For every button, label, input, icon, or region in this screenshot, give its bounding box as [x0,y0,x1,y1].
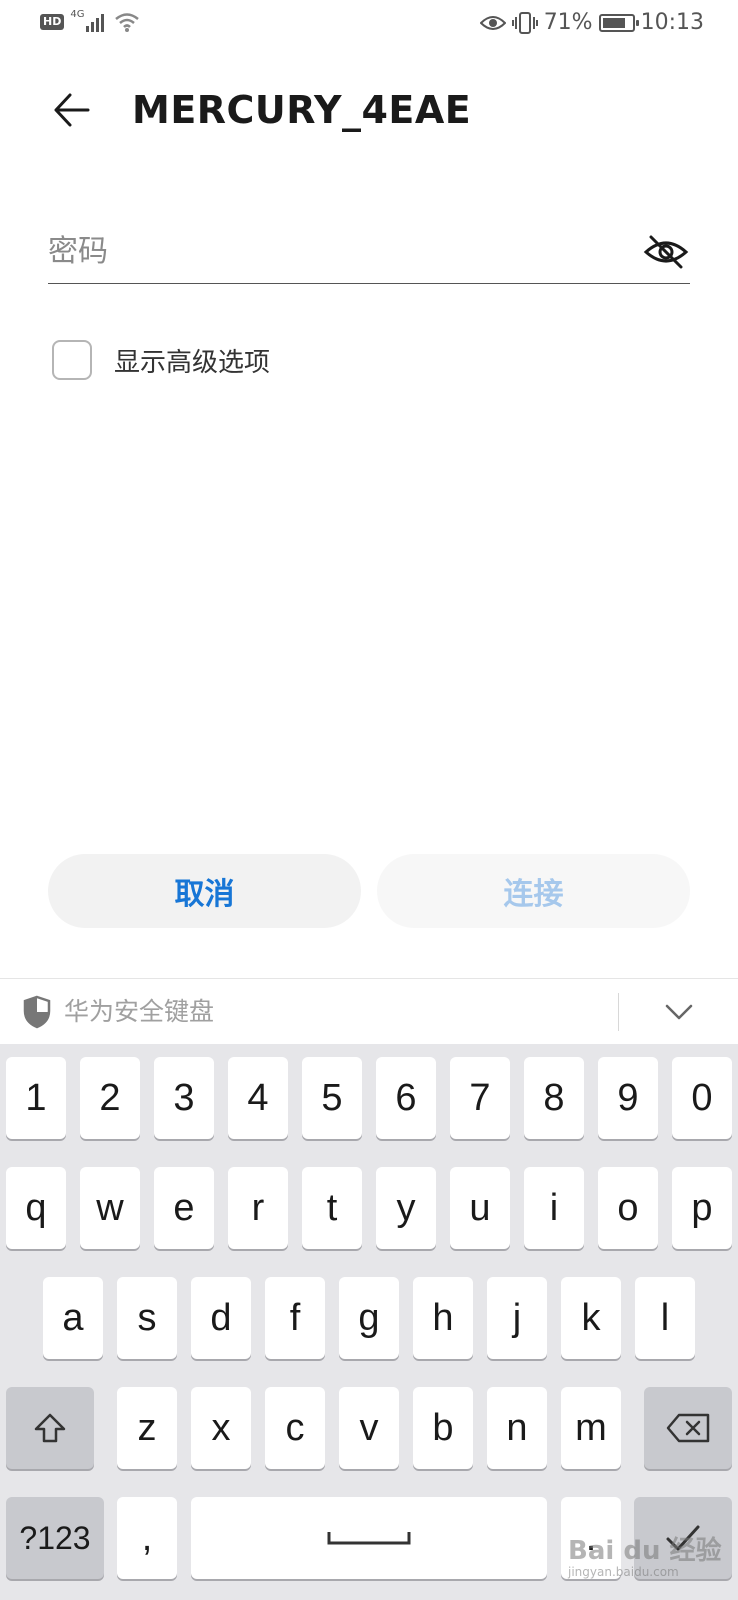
key-g[interactable]: g [339,1277,399,1359]
key-8[interactable]: 8 [524,1057,584,1139]
key-2[interactable]: 2 [80,1057,140,1139]
key-r[interactable]: r [228,1167,288,1249]
key-d[interactable]: d [191,1277,251,1359]
password-field [48,222,690,284]
network-type: 4G [70,8,85,20]
wifi-icon [115,13,140,32]
status-bar: HD 4G 71% 10:13 [0,0,738,52]
shift-icon [34,1413,66,1443]
key-s[interactable]: s [117,1277,177,1359]
cancel-button[interactable]: 取消 [48,854,361,928]
eye-comfort-icon [479,15,506,30]
connect-button[interactable]: 连接 [377,854,690,928]
key-i[interactable]: i [524,1167,584,1249]
key-4[interactable]: 4 [228,1057,288,1139]
key-f[interactable]: f [265,1277,325,1359]
key-0[interactable]: 0 [672,1057,732,1139]
page-title: MERCURY_4EAE [132,88,472,132]
key-o[interactable]: o [598,1167,658,1249]
key-l[interactable]: l [635,1277,695,1359]
keyboard-collapse-button[interactable] [660,995,698,1029]
space-key[interactable] [191,1497,547,1579]
key-7[interactable]: 7 [450,1057,510,1139]
battery-icon [598,13,639,32]
key-c[interactable]: c [265,1387,325,1469]
key-m[interactable]: m [561,1387,621,1469]
status-bar-right: 71% 10:13 [479,10,704,35]
shift-key[interactable] [6,1387,94,1469]
eye-off-icon [643,235,689,269]
space-bar-icon [327,1532,411,1545]
vibrate-icon [511,11,538,34]
key-1[interactable]: 1 [6,1057,66,1139]
keyboard-title: 华为安全键盘 [64,997,215,1026]
arrow-left-icon [54,93,90,127]
key-p[interactable]: p [672,1167,732,1249]
key-u[interactable]: u [450,1167,510,1249]
key-a[interactable]: a [43,1277,103,1359]
advanced-options-label: 显示高级选项 [114,347,271,378]
key-n[interactable]: n [487,1387,547,1469]
key-9[interactable]: 9 [598,1057,658,1139]
key-t[interactable]: t [302,1167,362,1249]
baidu-watermark: Bai du 经验 jingyan.baidu.com [568,1530,722,1579]
battery-fill [602,17,626,28]
key-w[interactable]: w [80,1167,140,1249]
symbols-key[interactable]: ?123 [6,1497,104,1579]
backspace-icon [666,1413,710,1443]
key-y[interactable]: y [376,1167,436,1249]
status-time: 10:13 [640,10,704,35]
key-j[interactable]: j [487,1277,547,1359]
backspace-key[interactable] [644,1387,732,1469]
password-visibility-toggle[interactable] [642,230,690,274]
password-input[interactable] [48,228,618,274]
status-bar-left: HD 4G [40,8,140,32]
battery-percent: 71% [543,10,593,35]
watermark-sub: jingyan.baidu.com [568,1565,679,1579]
key-3[interactable]: 3 [154,1057,214,1139]
key-k[interactable]: k [561,1277,621,1359]
keyboard-header: 华为安全键盘 [0,978,738,1044]
watermark-text: Bai du 经验 [568,1536,722,1566]
key-h[interactable]: h [413,1277,473,1359]
hd-icon: HD [40,14,65,30]
key-6[interactable]: 6 [376,1057,436,1139]
header: MERCURY_4EAE [0,70,738,150]
key-5[interactable]: 5 [302,1057,362,1139]
key-z[interactable]: z [117,1387,177,1469]
signal-icon [86,14,105,32]
key-b[interactable]: b [413,1387,473,1469]
key-e[interactable]: e [154,1167,214,1249]
comma-key[interactable]: , [117,1497,177,1579]
key-x[interactable]: x [191,1387,251,1469]
shield-icon [23,995,51,1029]
chevron-down-icon [665,1004,693,1020]
key-v[interactable]: v [339,1387,399,1469]
keyboard: 1 2 3 4 5 6 7 8 9 0 q w e r t y u i o p … [0,1044,738,1600]
back-button[interactable] [46,84,98,136]
divider [618,993,619,1031]
advanced-options-checkbox[interactable] [52,340,92,380]
advanced-options-row[interactable]: 显示高级选项 [52,338,270,382]
key-q[interactable]: q [6,1167,66,1249]
